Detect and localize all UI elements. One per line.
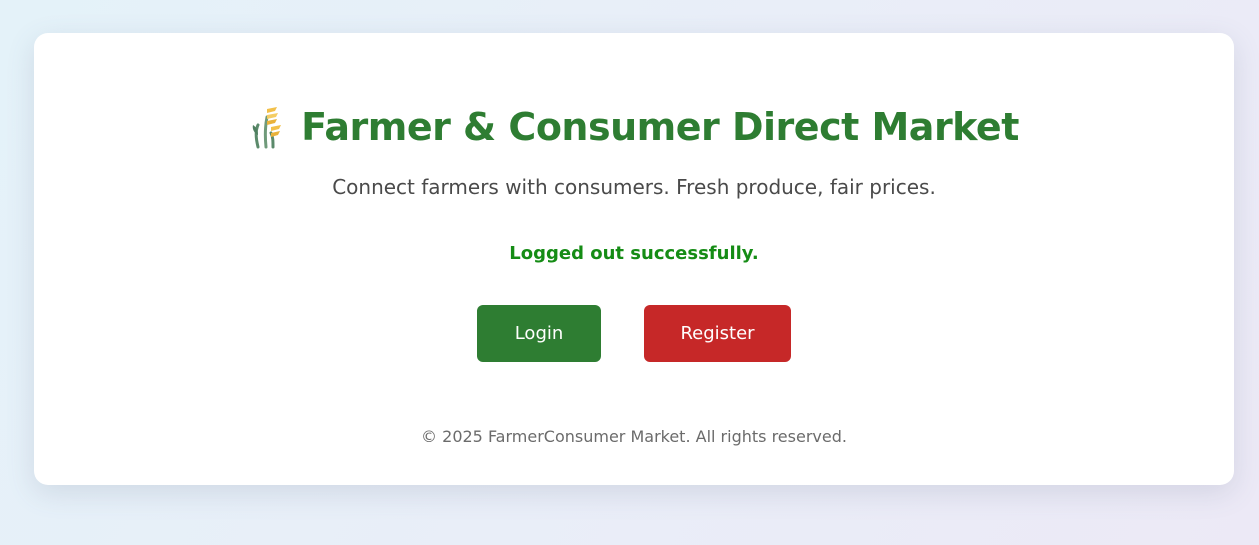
footer-copyright: © 2025 FarmerConsumer Market. All rights… xyxy=(421,427,847,446)
header: Farmer & Consumer Direct Market xyxy=(34,103,1234,151)
tagline: Connect farmers with consumers. Fresh pr… xyxy=(332,175,936,199)
welcome-card: Farmer & Consumer Direct Market Connect … xyxy=(34,33,1234,485)
page-title: Farmer & Consumer Direct Market xyxy=(301,105,1019,149)
sheaf-of-rice-icon xyxy=(252,107,282,149)
register-button[interactable]: Register xyxy=(644,305,791,362)
login-button[interactable]: Login xyxy=(477,305,601,362)
logout-status-message: Logged out successfully. xyxy=(509,243,759,264)
auth-actions: Login Register xyxy=(34,305,1234,362)
